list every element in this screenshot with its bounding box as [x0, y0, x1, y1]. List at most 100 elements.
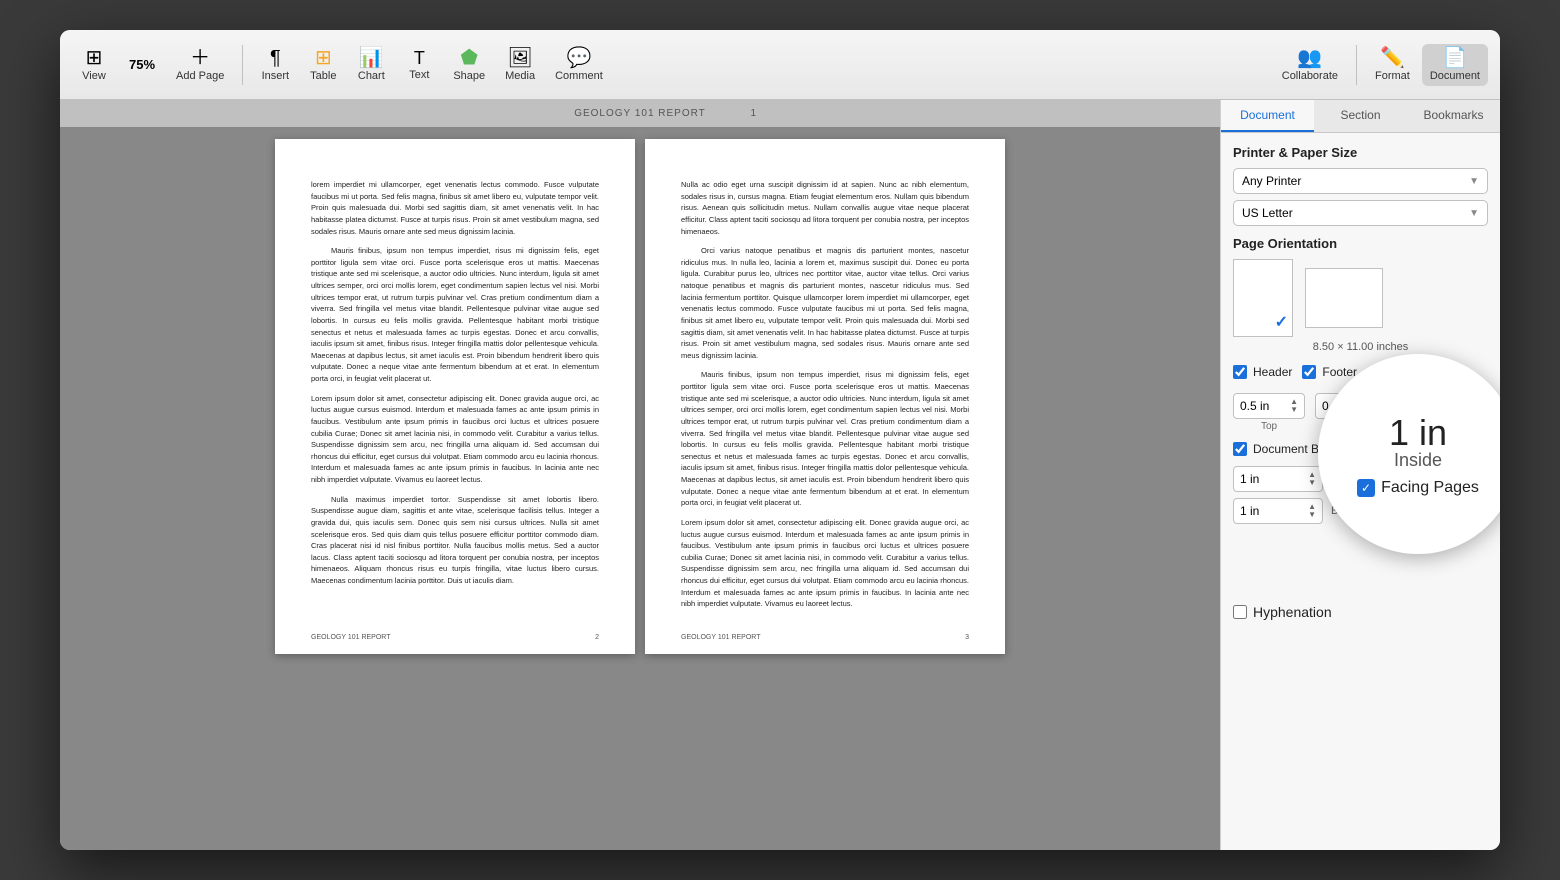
- page-spread-1: lorem imperdiet mi ullamcorper, eget ven…: [275, 139, 1005, 654]
- comment-button[interactable]: 💬 Comment: [547, 44, 611, 86]
- hyphenation-checkbox-row: Hyphenation: [1233, 604, 1488, 620]
- page3-text-1: Nulla ac odio eget urna suscipit digniss…: [681, 179, 969, 237]
- landscape-box[interactable]: [1305, 268, 1383, 328]
- zoom-label: Inside: [1394, 450, 1442, 471]
- media-icon: 🖼: [507, 48, 532, 68]
- header-stepper[interactable]: ▲ ▼: [1290, 398, 1298, 414]
- printer-paper-title: Printer & Paper Size: [1233, 145, 1488, 160]
- page3-text-3: Mauris finibus, ipsum non tempus imperdi…: [681, 369, 969, 509]
- header-checkbox-row: Header: [1233, 365, 1292, 379]
- hyphenation-checkbox[interactable]: [1233, 605, 1247, 619]
- document-button[interactable]: 📄 Document: [1422, 44, 1488, 86]
- panel-tabs: Document Section Bookmarks: [1221, 100, 1500, 133]
- insert-icon: ¶: [270, 48, 281, 68]
- top-margin-value: 1 in: [1240, 504, 1259, 518]
- chart-icon: 📊: [359, 48, 384, 68]
- header-checkbox[interactable]: [1233, 365, 1247, 379]
- canvas-area[interactable]: GEOLOGY 101 REPORT 1 lorem imperdiet mi …: [60, 100, 1220, 850]
- paper-select[interactable]: US Letter ▼: [1233, 200, 1488, 226]
- view-button[interactable]: ⊞ View: [72, 44, 116, 86]
- comment-icon: 💬: [567, 48, 592, 68]
- orientation-section: Page Orientation ✓ 8.50 × 11.00 inches: [1233, 236, 1488, 353]
- page3-footer-text: GEOLOGY 101 REPORT: [681, 633, 761, 644]
- separator-1: [242, 45, 243, 85]
- chart-button[interactable]: 📊 Chart: [349, 44, 393, 86]
- document-body-checkbox[interactable]: [1233, 442, 1247, 456]
- page-number-header: 1: [750, 108, 756, 119]
- shape-button[interactable]: ⬟ Shape: [445, 44, 493, 86]
- add-page-button[interactable]: ＋ Add Page: [168, 44, 232, 86]
- pages-container: lorem imperdiet mi ullamcorper, eget ven…: [60, 127, 1220, 666]
- format-button[interactable]: ✏️ Format: [1367, 44, 1418, 86]
- page2-number: 2: [595, 633, 599, 644]
- page-3: Nulla ac odio eget urna suscipit digniss…: [645, 139, 1005, 654]
- header-value-input[interactable]: 0.5 in ▲ ▼: [1233, 393, 1305, 419]
- document-icon: 📄: [1442, 48, 1467, 68]
- table-icon: ⊞: [315, 48, 332, 68]
- text-icon: T: [414, 49, 425, 67]
- header-down-icon[interactable]: ▼: [1290, 406, 1298, 414]
- collaborate-label: Collaborate: [1282, 70, 1338, 82]
- document-header-bar: GEOLOGY 101 REPORT 1: [60, 100, 1220, 127]
- view-label: View: [82, 70, 106, 82]
- printer-chevron-icon: ▼: [1469, 176, 1479, 187]
- separator-2: [1356, 45, 1357, 85]
- document-label: Document: [1430, 70, 1480, 82]
- top-down-icon[interactable]: ▼: [1308, 511, 1316, 519]
- collaborate-button[interactable]: 👥 Collaborate: [1274, 44, 1346, 86]
- header-text: GEOLOGY 101 REPORT: [574, 108, 706, 119]
- orientation-landscape: [1305, 268, 1383, 328]
- portrait-box[interactable]: ✓: [1233, 259, 1293, 337]
- insert-button[interactable]: ¶ Insert: [253, 44, 297, 86]
- top-stepper[interactable]: ▲ ▼: [1308, 503, 1316, 519]
- page2-text-2: Mauris finibus, ipsum non tempus imperdi…: [311, 245, 599, 385]
- size-label: 8.50 × 11.00 inches: [1233, 341, 1488, 353]
- header-value: 0.5 in: [1240, 399, 1269, 413]
- page-2: lorem imperdiet mi ullamcorper, eget ven…: [275, 139, 635, 654]
- text-button[interactable]: T Text: [397, 45, 441, 85]
- shape-icon: ⬟: [461, 48, 478, 68]
- view-icon: ⊞: [86, 48, 103, 68]
- inside-down-icon[interactable]: ▼: [1308, 479, 1316, 487]
- inside-stepper[interactable]: ▲ ▼: [1308, 471, 1316, 487]
- page3-footer: GEOLOGY 101 REPORT 3: [681, 633, 969, 644]
- comment-label: Comment: [555, 70, 603, 82]
- printer-select[interactable]: Any Printer ▼: [1233, 168, 1488, 194]
- zoom-icon: 75%: [129, 58, 155, 71]
- shape-label: Shape: [453, 70, 485, 82]
- collaborate-icon: 👥: [1297, 48, 1322, 68]
- mac-window: ⊞ View 75% ＋ Add Page ¶ Insert ⊞ Table 📊…: [60, 30, 1500, 850]
- footer-label: Footer: [1322, 365, 1357, 379]
- table-button[interactable]: ⊞ Table: [301, 44, 345, 86]
- chart-label: Chart: [358, 70, 385, 82]
- zoom-circle-overlay: 1 in Inside ✓ Facing Pages: [1318, 354, 1500, 554]
- insert-label: Insert: [262, 70, 290, 82]
- top-margin-input[interactable]: 1 in ▲ ▼: [1233, 498, 1323, 524]
- facing-checkbox-icon: ✓: [1357, 479, 1375, 497]
- tab-bookmarks[interactable]: Bookmarks: [1407, 100, 1500, 132]
- page2-text-4: Nulla maximus imperdiet tortor. Suspendi…: [311, 494, 599, 587]
- page2-text-1: lorem imperdiet mi ullamcorper, eget ven…: [311, 179, 599, 237]
- printer-option: Any Printer: [1242, 174, 1301, 188]
- tab-document[interactable]: Document: [1221, 100, 1314, 132]
- zoom-button[interactable]: 75%: [120, 54, 164, 75]
- add-page-icon: ＋: [190, 48, 210, 68]
- page2-footer-text: GEOLOGY 101 REPORT: [311, 633, 391, 644]
- inside-value: 1 in: [1240, 472, 1259, 486]
- page3-text-4: Lorem ipsum dolor sit amet, consectetur …: [681, 517, 969, 610]
- page3-number: 3: [965, 633, 969, 644]
- printer-paper-section: Printer & Paper Size Any Printer ▼ US Le…: [1233, 145, 1488, 226]
- tab-section[interactable]: Section: [1314, 100, 1407, 132]
- format-icon: ✏️: [1380, 48, 1405, 68]
- orientation-options: ✓: [1233, 259, 1488, 337]
- format-label: Format: [1375, 70, 1410, 82]
- inside-margin-input[interactable]: 1 in ▲ ▼: [1233, 466, 1323, 492]
- right-panel: Document Section Bookmarks Printer & Pap…: [1220, 100, 1500, 850]
- media-label: Media: [505, 70, 535, 82]
- text-label: Text: [409, 69, 429, 81]
- page3-text-2: Orci varius natoque penatibus et magnis …: [681, 245, 969, 361]
- footer-checkbox[interactable]: [1302, 365, 1316, 379]
- panel-content: Printer & Paper Size Any Printer ▼ US Le…: [1221, 133, 1500, 850]
- media-button[interactable]: 🖼 Media: [497, 44, 543, 86]
- orientation-title: Page Orientation: [1233, 236, 1488, 251]
